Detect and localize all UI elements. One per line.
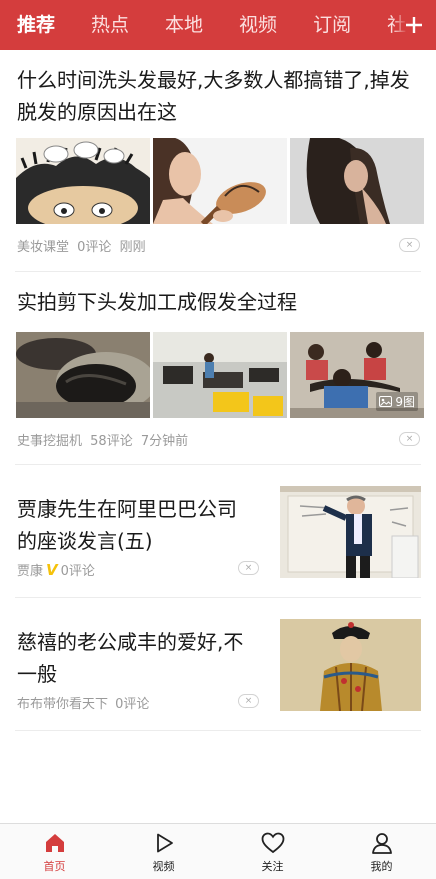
news-meta: 布布带你看天下 0评论 — [17, 693, 152, 712]
comment-count: 0评论 — [60, 564, 95, 579]
news-thumbnail[interactable] — [16, 332, 150, 418]
close-icon: × — [405, 433, 414, 444]
news-title[interactable]: 慈禧的老公咸丰的爱好,不一般 — [17, 626, 253, 690]
close-icon: × — [244, 562, 253, 573]
close-icon: × — [244, 695, 253, 706]
news-title[interactable]: 什么时间洗头发最好,大多数人都搞错了,掉发脱发的原因出在这 — [17, 64, 421, 128]
news-source[interactable]: 史事挖掘机 — [17, 434, 82, 449]
news-title[interactable]: 实拍剪下头发加工成假发全过程 — [17, 286, 297, 318]
nav-follow[interactable]: 关注 — [218, 824, 327, 879]
nav-label: 关注 — [261, 860, 284, 873]
comment-count: 0评论 — [115, 697, 150, 712]
close-icon: × — [405, 239, 414, 250]
news-item[interactable]: 什么时间洗头发最好,大多数人都搞错了,掉发脱发的原因出在这 美妆课堂 0评论 刚… — [15, 50, 424, 272]
news-source[interactable]: 美妆课堂 — [17, 240, 69, 255]
news-image-row: 9图 — [16, 332, 424, 418]
image-count-badge: 9图 — [376, 392, 418, 411]
heart-icon — [261, 832, 284, 854]
news-meta: 贾康 V 0评论 — [17, 560, 98, 579]
news-meta: 史事挖掘机 58评论 7分钟前 — [17, 430, 192, 449]
publish-time: 7分钟前 — [140, 434, 189, 449]
news-thumbnail[interactable] — [16, 138, 150, 224]
tab-subscribe[interactable]: 订阅 — [313, 15, 351, 35]
comment-count: 58评论 — [90, 434, 133, 449]
news-feed: 什么时间洗头发最好,大多数人都搞错了,掉发脱发的原因出在这 美妆课堂 0评论 刚… — [0, 50, 436, 731]
dislike-button[interactable]: × — [238, 694, 259, 708]
news-meta: 美妆课堂 0评论 刚刚 — [17, 236, 150, 255]
verified-badge: V — [46, 561, 58, 579]
bottom-nav-bar: 首页 视频 关注 我的 — [0, 823, 436, 879]
news-thumbnail[interactable]: 9图 — [290, 332, 424, 418]
news-title[interactable]: 贾康先生在阿里巴巴公司的座谈发言(五) — [17, 493, 253, 557]
user-icon — [371, 833, 392, 854]
news-image-row — [16, 138, 424, 224]
play-icon — [156, 833, 173, 853]
top-nav-bar: 推荐 热点 本地 视频 订阅 社会 — [0, 0, 436, 50]
comment-count: 0评论 — [77, 240, 112, 255]
tab-local[interactable]: 本地 — [165, 15, 203, 35]
publish-time: 刚刚 — [119, 240, 146, 255]
tab-hot[interactable]: 热点 — [91, 15, 129, 35]
news-thumbnail[interactable] — [290, 138, 424, 224]
nav-label: 首页 — [43, 860, 66, 873]
dislike-button[interactable]: × — [399, 432, 420, 446]
news-thumbnail[interactable] — [280, 619, 421, 711]
nav-video[interactable]: 视频 — [109, 824, 218, 879]
dislike-button[interactable]: × — [238, 561, 259, 575]
nav-label: 我的 — [370, 860, 393, 873]
tab-recommend[interactable]: 推荐 — [17, 15, 55, 35]
news-item[interactable]: 实拍剪下头发加工成假发全过程 9图 史事挖掘机 58评论 7分钟前 × — [15, 272, 424, 465]
news-thumbnail[interactable] — [153, 332, 287, 418]
news-item[interactable]: 贾康先生在阿里巴巴公司的座谈发言(五) 贾康 V 0评论 × — [15, 465, 421, 598]
nav-mine[interactable]: 我的 — [327, 824, 436, 879]
news-source[interactable]: 贾康 — [17, 564, 43, 579]
news-source[interactable]: 布布带你看天下 — [17, 697, 108, 712]
nav-home[interactable]: 首页 — [0, 824, 109, 879]
plus-icon — [406, 17, 422, 33]
home-icon — [45, 834, 64, 852]
channel-tabs: 推荐 热点 本地 视频 订阅 社会 — [0, 0, 436, 50]
dislike-button[interactable]: × — [399, 238, 420, 252]
news-item[interactable]: 慈禧的老公咸丰的爱好,不一般 布布带你看天下 0评论 × — [15, 598, 421, 731]
news-thumbnail[interactable] — [153, 138, 287, 224]
nav-label: 视频 — [152, 860, 175, 873]
tab-video[interactable]: 视频 — [239, 15, 277, 35]
add-channel-button[interactable] — [392, 0, 436, 50]
news-thumbnail[interactable] — [280, 486, 421, 578]
gallery-icon — [379, 396, 393, 407]
